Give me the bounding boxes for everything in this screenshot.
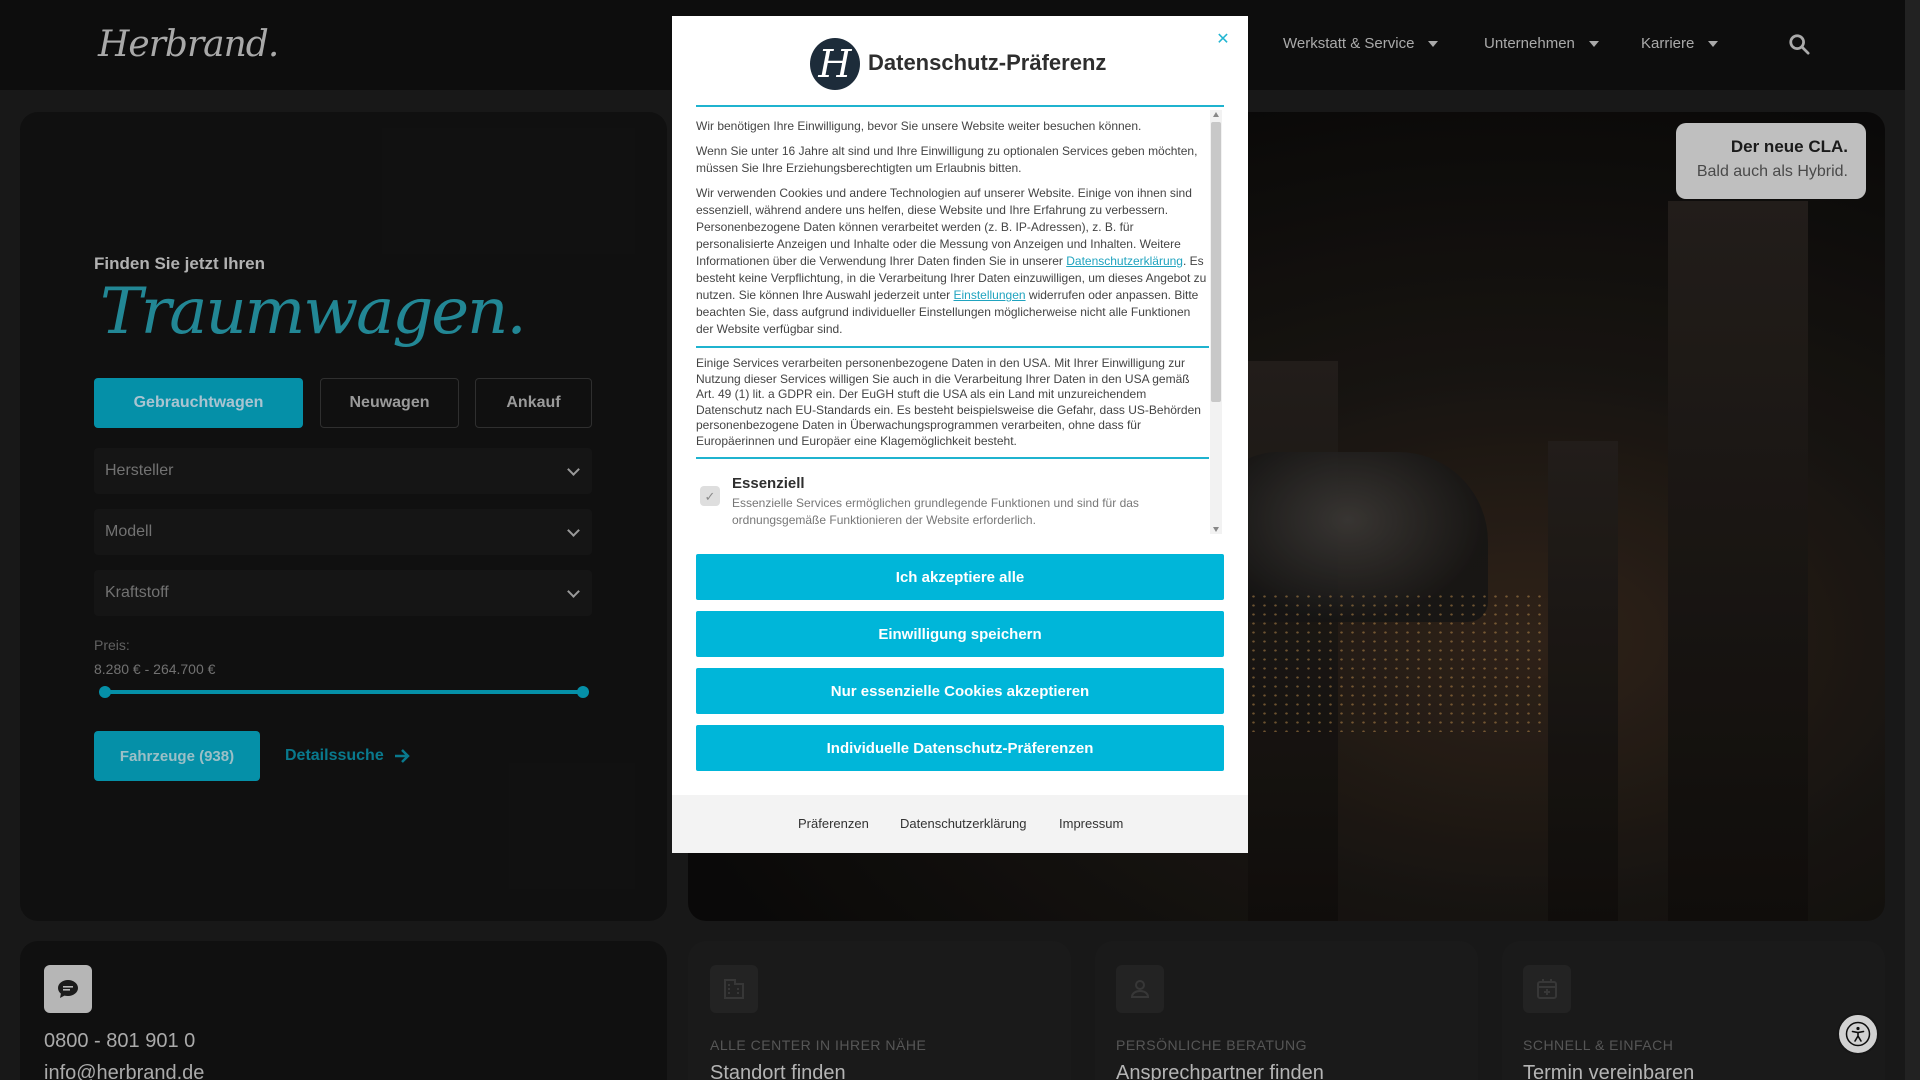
- save-consent-button[interactable]: Einwilligung speichern: [696, 611, 1224, 657]
- scroll-up-icon[interactable]: [1213, 112, 1219, 117]
- divider: [696, 457, 1209, 459]
- privacy-policy-link[interactable]: Datenschutzerklärung: [1066, 254, 1183, 268]
- settings-link[interactable]: Einstellungen: [954, 288, 1026, 302]
- close-icon[interactable]: ✕: [1214, 31, 1232, 49]
- consent-scroll-area[interactable]: Wir benötigen Ihre Einwilligung, bevor S…: [696, 110, 1209, 534]
- scroll-down-icon[interactable]: [1213, 527, 1219, 532]
- essential-description: Essenzielle Services ermöglichen grundle…: [732, 496, 1139, 527]
- essential-checkbox[interactable]: ✓: [700, 486, 720, 506]
- footer-imprint-link[interactable]: Impressum: [1059, 816, 1123, 831]
- consent-title: Datenschutz-Präferenz: [868, 50, 1107, 75]
- essential-title: Essenziell: [732, 475, 805, 492]
- consent-text-with-links: Wir verwenden Cookies und andere Technol…: [696, 185, 1209, 338]
- divider: [696, 346, 1209, 348]
- consent-text: Einige Services verarbeiten personenbezo…: [696, 356, 1201, 448]
- consent-scroll-thumb[interactable]: [1211, 122, 1221, 402]
- divider: [696, 105, 1224, 107]
- consent-text: Wir benötigen Ihre Einwilligung, bevor S…: [696, 119, 1142, 133]
- individual-preferences-button[interactable]: Individuelle Datenschutz-Präferenzen: [696, 725, 1224, 771]
- essential-category: ✓ Essenziell Essenzielle Services ermögl…: [696, 469, 1209, 529]
- consent-text: Wenn Sie unter 16 Jahre alt sind und Ihr…: [696, 144, 1198, 175]
- accept-all-button[interactable]: Ich akzeptiere alle: [696, 554, 1224, 600]
- footer-preferences-link[interactable]: Präferenzen: [798, 816, 869, 831]
- accept-essential-only-button[interactable]: Nur essenzielle Cookies akzeptieren: [696, 668, 1224, 714]
- footer-privacy-link[interactable]: Datenschutzerklärung: [900, 816, 1026, 831]
- herbrand-h-logo: H: [810, 38, 860, 90]
